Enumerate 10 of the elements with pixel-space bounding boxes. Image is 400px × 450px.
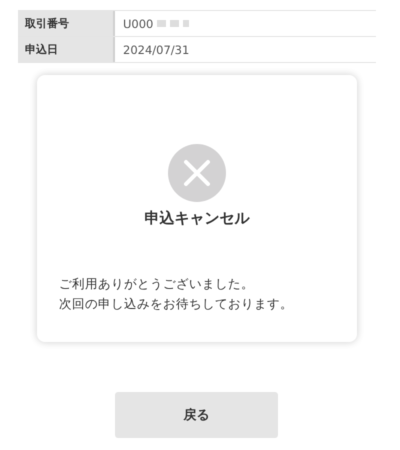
row-label: 取引番号 bbox=[18, 11, 115, 36]
row-label: 申込日 bbox=[18, 37, 115, 62]
redacted-mark bbox=[157, 20, 190, 27]
back-button[interactable]: 戻る bbox=[115, 392, 278, 438]
row-value: 2024/07/31 bbox=[123, 42, 190, 56]
row-value: U000 bbox=[123, 16, 154, 30]
result-title: 申込キャンセル bbox=[144, 209, 250, 228]
message-text: 次回の申し込みをお待ちしております。 bbox=[59, 295, 293, 313]
cancel-icon bbox=[168, 144, 226, 202]
message-text: ご利用ありがとうございました。 bbox=[59, 275, 255, 293]
